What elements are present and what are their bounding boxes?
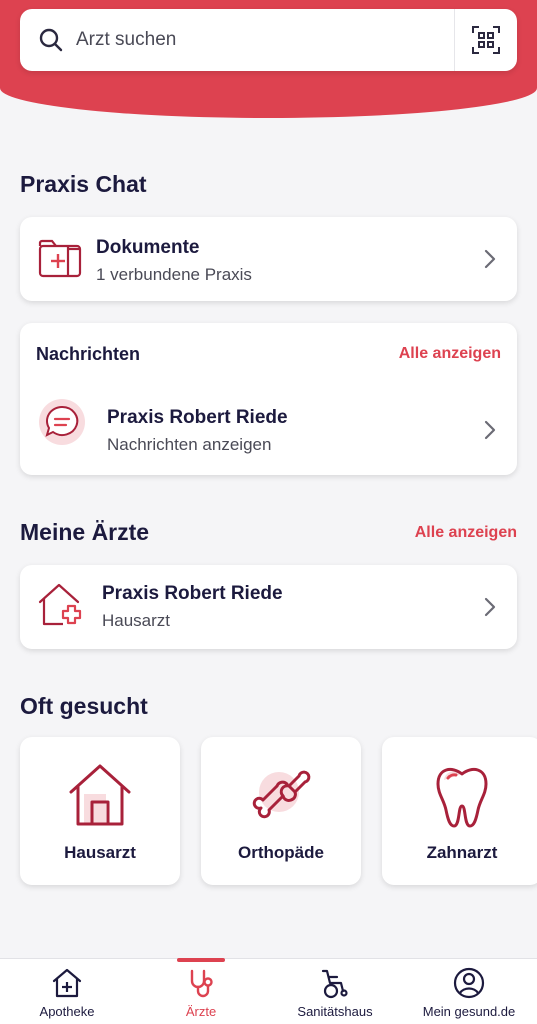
doctor-card[interactable]: Praxis Robert Riede Hausarzt [20, 565, 517, 649]
clinic-house-icon [38, 583, 82, 626]
tab-sanitaetshaus[interactable]: Sanitätshaus [268, 959, 402, 1024]
chevron-right-icon [484, 420, 496, 440]
tile-orthopaede[interactable]: Orthopäde [201, 737, 361, 885]
messages-show-all-link[interactable]: Alle anzeigen [399, 345, 501, 363]
tooth-icon [436, 767, 488, 828]
bottom-tab-bar: Apotheke Ärzte Sanitätshaus Mein gesund.… [0, 958, 537, 1024]
tile-label: Zahnarzt [426, 843, 498, 862]
message-sender: Praxis Robert Riede [107, 407, 288, 428]
active-tab-indicator [177, 958, 225, 962]
qr-scan-button[interactable] [455, 9, 517, 71]
tile-hausarzt[interactable]: Hausarzt [20, 737, 180, 885]
message-item[interactable]: Praxis Robert Riede Nachrichten anzeigen [20, 383, 517, 475]
house-icon [69, 764, 131, 826]
documents-title: Dokumente [96, 237, 200, 258]
tile-label: Orthopäde [238, 843, 324, 862]
pharmacy-icon [52, 968, 82, 998]
doctors-show-all-link[interactable]: Alle anzeigen [415, 524, 517, 542]
bone-icon [252, 770, 311, 819]
wheelchair-icon [321, 969, 348, 999]
qr-code-icon [472, 26, 500, 54]
section-title-my-doctors: Meine Ärzte [20, 519, 150, 545]
message-subtitle: Nachrichten anzeigen [107, 435, 272, 454]
tile-label: Hausarzt [64, 843, 136, 862]
tab-apotheke[interactable]: Apotheke [0, 959, 134, 1024]
profile-icon [453, 967, 485, 999]
section-title-praxis-chat: Praxis Chat [20, 171, 147, 197]
messages-card: Nachrichten Alle anzeigen Praxis Robert … [20, 323, 517, 475]
search-icon [39, 28, 63, 52]
stethoscope-icon [190, 969, 213, 998]
messages-title: Nachrichten [36, 344, 141, 364]
chat-bubble-icon [39, 399, 85, 445]
search-bar[interactable]: Arzt suchen [20, 9, 517, 71]
tab-aerzte[interactable]: Ärzte [134, 958, 268, 1024]
documents-subtitle: 1 verbundene Praxis [96, 265, 252, 284]
chevron-right-icon [484, 249, 496, 269]
tab-label: Ärzte [185, 1004, 217, 1019]
doctor-specialty: Hausarzt [102, 611, 171, 630]
chevron-right-icon [484, 597, 496, 617]
doctor-name: Praxis Robert Riede [102, 583, 283, 604]
search-input[interactable]: Arzt suchen [76, 29, 454, 51]
documents-icon [38, 239, 82, 278]
tab-label: Mein gesund.de [422, 1004, 516, 1019]
documents-card[interactable]: Dokumente 1 verbundene Praxis [20, 217, 517, 301]
tile-zahnarzt[interactable]: Zahnarzt [382, 737, 537, 885]
tab-label: Sanitätshaus [297, 1004, 373, 1019]
tab-mein-gesund[interactable]: Mein gesund.de [402, 959, 536, 1024]
section-title-often-searched: Oft gesucht [20, 693, 148, 719]
tab-label: Apotheke [39, 1004, 95, 1019]
